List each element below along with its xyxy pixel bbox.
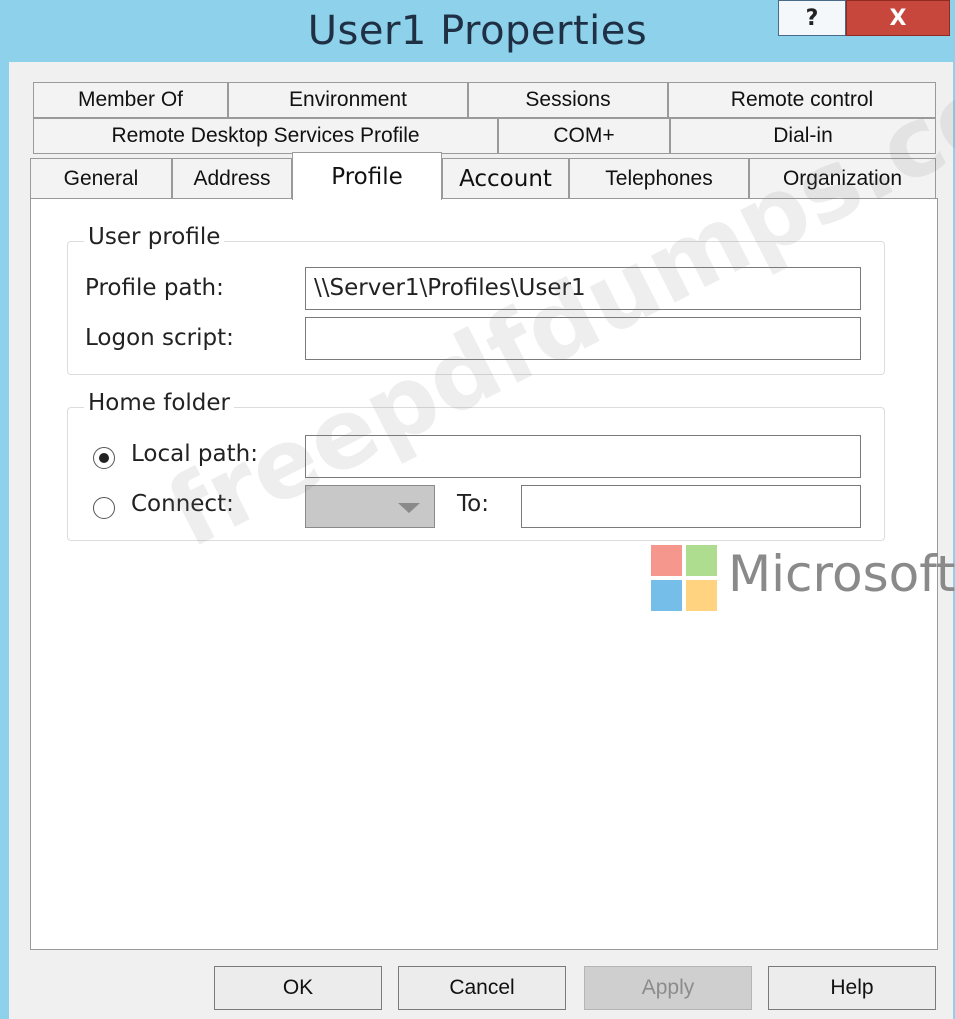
- cancel-button[interactable]: Cancel: [398, 966, 566, 1010]
- connect-to-field[interactable]: [521, 485, 861, 528]
- apply-button[interactable]: Apply: [584, 966, 752, 1010]
- profile-path-label: Profile path:: [85, 275, 224, 301]
- connect-label: Connect:: [131, 491, 234, 517]
- tab-account[interactable]: Account: [442, 158, 569, 200]
- local-path-radio[interactable]: [93, 447, 115, 469]
- radio-selected-dot: [99, 453, 109, 463]
- home-folder-legend: Home folder: [84, 390, 234, 416]
- tab-address[interactable]: Address: [172, 158, 292, 200]
- microsoft-logo-text: Microsoft: [728, 545, 955, 603]
- tab-environment[interactable]: Environment: [228, 82, 468, 118]
- close-button[interactable]: X: [846, 0, 950, 36]
- help-title-button[interactable]: ?: [778, 0, 846, 36]
- local-path-label: Local path:: [131, 441, 258, 467]
- local-path-field[interactable]: [305, 435, 861, 478]
- tab-organization[interactable]: Organization: [749, 158, 936, 200]
- tab-general[interactable]: General: [30, 158, 172, 200]
- ok-button[interactable]: OK: [214, 966, 382, 1010]
- tab-profile[interactable]: Profile: [292, 152, 442, 200]
- tab-dial-in[interactable]: Dial-in: [670, 118, 936, 154]
- tab-remote-desktop-services-profile[interactable]: Remote Desktop Services Profile: [33, 118, 498, 154]
- logon-script-field[interactable]: [305, 317, 861, 360]
- drive-letter-dropdown[interactable]: [305, 485, 435, 528]
- tab-remote-control[interactable]: Remote control: [668, 82, 936, 118]
- help-button[interactable]: Help: [768, 966, 936, 1010]
- tab-sessions[interactable]: Sessions: [468, 82, 668, 118]
- title-bar: User1 Properties ? X: [0, 0, 955, 62]
- logon-script-label: Logon script:: [85, 325, 234, 351]
- microsoft-logo-icon: [651, 545, 717, 611]
- connect-radio[interactable]: [93, 497, 115, 519]
- profile-path-field[interactable]: \\Server1\Profiles\User1: [305, 267, 861, 310]
- tab-telephones[interactable]: Telephones: [569, 158, 749, 200]
- to-label: To:: [457, 491, 489, 517]
- chevron-down-icon: [398, 503, 420, 513]
- tab-member-of[interactable]: Member Of: [33, 82, 228, 118]
- user-profile-legend: User profile: [84, 224, 225, 250]
- tab-com-plus[interactable]: COM+: [498, 118, 670, 154]
